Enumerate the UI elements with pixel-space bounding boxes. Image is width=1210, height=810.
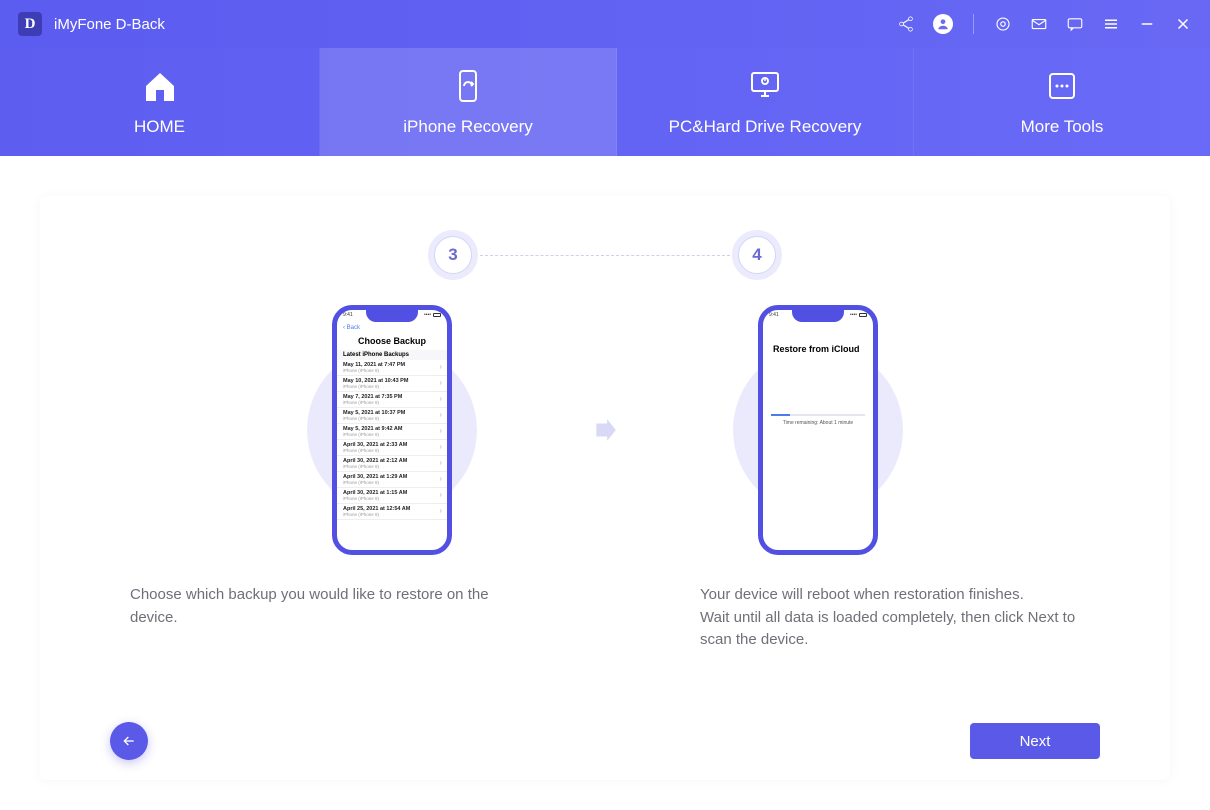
tab-home-label: HOME (134, 117, 185, 137)
tab-more-label: More Tools (1021, 117, 1104, 137)
backup-row: April 25, 2021 at 12:54 AMiPhone (iPhone… (337, 504, 447, 520)
user-icon[interactable] (933, 14, 953, 34)
monitor-icon (745, 68, 785, 104)
minimize-icon[interactable] (1138, 15, 1156, 33)
backup-row: May 11, 2021 at 7:47 PMiPhone (iPhone 8) (337, 360, 447, 376)
content-area: 3 4 9:41•••• ‹ Back Choose Backup Latest… (0, 156, 1210, 810)
backup-row: May 10, 2021 at 10:43 PMiPhone (iPhone 8… (337, 376, 447, 392)
steps-row: 3 4 (110, 236, 1100, 274)
backup-row: April 30, 2021 at 2:12 AMiPhone (iPhone … (337, 456, 447, 472)
main-card: 3 4 9:41•••• ‹ Back Choose Backup Latest… (40, 196, 1170, 780)
step-connector (480, 255, 730, 256)
settings-icon[interactable] (994, 15, 1012, 33)
menu-icon[interactable] (1102, 15, 1120, 33)
backup-rows: May 11, 2021 at 7:47 PMiPhone (iPhone 8)… (337, 360, 447, 520)
arrow-right-icon (592, 417, 618, 443)
tab-iphone-recovery[interactable]: iPhone Recovery (320, 48, 617, 156)
backup-row: May 5, 2021 at 10:37 PMiPhone (iPhone 8) (337, 408, 447, 424)
app-window: D iMyFone D-Back HOME iPhone Recovery PC… (0, 0, 1210, 810)
next-button[interactable]: Next (970, 723, 1100, 759)
titlebar: D iMyFone D-Back (0, 0, 1210, 48)
close-icon[interactable] (1174, 15, 1192, 33)
phone-section-label: Latest iPhone Backups (337, 350, 447, 360)
home-icon (140, 68, 180, 104)
time-remaining: Time remaining: About 1 minute (763, 420, 873, 426)
step-badge-4: 4 (738, 236, 776, 274)
tab-pc-recovery[interactable]: PC&Hard Drive Recovery (617, 48, 914, 156)
desc-step-4: Your device will reboot when restoration… (700, 584, 1080, 652)
share-icon[interactable] (897, 15, 915, 33)
phone-mock-choose-backup: 9:41•••• ‹ Back Choose Backup Latest iPh… (332, 305, 452, 555)
backup-row: April 30, 2021 at 1:15 AMiPhone (iPhone … (337, 488, 447, 504)
more-icon (1042, 68, 1082, 104)
mail-icon[interactable] (1030, 15, 1048, 33)
phone-col-left: 9:41•••• ‹ Back Choose Backup Latest iPh… (242, 300, 542, 560)
tab-more-tools[interactable]: More Tools (914, 48, 1210, 156)
back-button[interactable] (110, 722, 148, 760)
phone-recovery-icon (448, 68, 488, 104)
backup-row: May 5, 2021 at 9:42 AMiPhone (iPhone 8) (337, 424, 447, 440)
phone-title-choose-backup: Choose Backup (337, 336, 447, 346)
backup-row: April 30, 2021 at 2:33 AMiPhone (iPhone … (337, 440, 447, 456)
chat-icon[interactable] (1066, 15, 1084, 33)
nav-tabs: HOME iPhone Recovery PC&Hard Drive Recov… (0, 48, 1210, 156)
phone-title-restore: Restore from iCloud (763, 344, 873, 354)
phone-back-link: ‹ Back (337, 324, 447, 332)
desc-step-3: Choose which backup you would like to re… (130, 584, 510, 652)
backup-row: May 7, 2021 at 7:35 PMiPhone (iPhone 8) (337, 392, 447, 408)
app-logo: D (18, 12, 42, 36)
tab-home[interactable]: HOME (0, 48, 320, 156)
footer-row: Next (110, 722, 1100, 760)
phone-mock-restore: 9:41•••• Restore from iCloud Time remain… (758, 305, 878, 555)
app-title: iMyFone D-Back (54, 16, 165, 33)
phone-col-right: 9:41•••• Restore from iCloud Time remain… (668, 300, 968, 560)
backup-row: April 30, 2021 at 1:29 AMiPhone (iPhone … (337, 472, 447, 488)
arrow-left-icon (121, 733, 137, 749)
titlebar-icons (897, 14, 1192, 34)
descriptions-row: Choose which backup you would like to re… (110, 584, 1100, 652)
phones-row: 9:41•••• ‹ Back Choose Backup Latest iPh… (110, 300, 1100, 560)
tab-iphone-label: iPhone Recovery (403, 117, 532, 137)
tab-pc-label: PC&Hard Drive Recovery (669, 117, 862, 137)
step-badge-3: 3 (434, 236, 472, 274)
restore-progress (771, 414, 865, 416)
